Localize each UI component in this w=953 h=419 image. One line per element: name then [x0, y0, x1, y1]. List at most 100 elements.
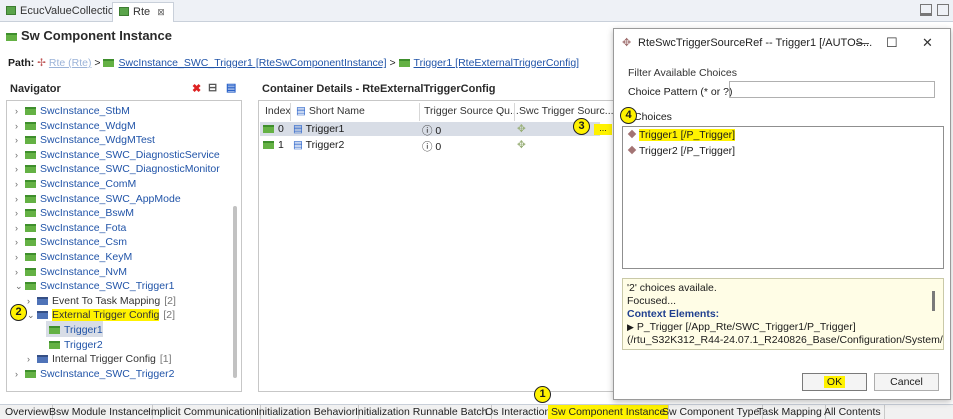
choice-item-trigger2[interactable]: Trigger2 [/P_Trigger]: [627, 145, 735, 159]
chevron-right-icon[interactable]: ›: [15, 121, 25, 131]
tree-item[interactable]: › Event To Task Mapping [2]: [27, 295, 176, 310]
folder-icon: [37, 355, 48, 364]
container-icon: [25, 180, 36, 188]
annotation-badge-4: 4: [620, 107, 637, 124]
minimize-view-icon[interactable]: [920, 4, 932, 16]
ok-button[interactable]: OK: [802, 373, 867, 391]
cell-trigger-source-qu[interactable]: ⓘ 0: [422, 139, 441, 153]
maximize-icon[interactable]: ☐: [886, 35, 898, 51]
choices-list: Trigger1 [/P_Trigger] Trigger2 [/P_Trigg…: [622, 126, 944, 269]
tree-item[interactable]: › SwcInstance_WdgMTest: [15, 134, 155, 149]
cell-trigger-source-qu[interactable]: ⓘ 0: [422, 123, 441, 137]
ecuc-collection-icon: [6, 6, 16, 15]
cell-trigger-source-qu-text: 0: [435, 125, 442, 137]
navigator-scrollbar[interactable]: [233, 206, 237, 378]
short-name-icon: ▤: [293, 123, 306, 135]
folder-icon: [37, 296, 48, 305]
chevron-right-icon[interactable]: ›: [27, 296, 37, 306]
remove-filter-icon[interactable]: ✖: [192, 82, 201, 95]
tab-os-interaction[interactable]: Os Interaction: [482, 405, 555, 419]
tab-initialization-behavior[interactable]: Initialization Behavior: [253, 405, 360, 419]
choice-pattern-input[interactable]: [729, 81, 935, 98]
maximize-view-icon[interactable]: [937, 4, 949, 16]
container-details-header: Container Details - RteExternalTriggerCo…: [262, 83, 496, 95]
tree-item[interactable]: ⌄ External Trigger Config [2]: [27, 309, 175, 324]
editor-tab-ecucvaluecollection[interactable]: EcucValueCollection: [0, 2, 128, 22]
link-editor-icon[interactable]: ▤: [226, 81, 236, 94]
tab-sw-component-type[interactable]: Sw Component Type: [659, 405, 764, 419]
info-scrollbar[interactable]: [932, 291, 935, 311]
tree-item[interactable]: › SwcInstance_SWC_Trigger2: [15, 368, 174, 383]
chevron-right-icon[interactable]: ›: [15, 164, 25, 174]
editor-tab-rte[interactable]: Rte ⊠: [112, 2, 174, 22]
breadcrumb-root-link[interactable]: Rte (Rte): [49, 57, 92, 69]
cell-short-name[interactable]: ▤ Trigger1: [293, 123, 344, 137]
column-header-short-name[interactable]: ▤ Short Name: [296, 105, 365, 121]
cancel-button[interactable]: Cancel: [874, 373, 939, 391]
tree-item[interactable]: › SwcInstance_SWC_DiagnosticMonitor: [15, 163, 220, 178]
chevron-right-icon[interactable]: ›: [15, 150, 25, 160]
chevron-right-icon[interactable]: ›: [15, 267, 25, 277]
tree-item[interactable]: › SwcInstance_StbM: [15, 105, 130, 120]
tab-initialization-runnable-batch[interactable]: Initialization Runnable Batch: [352, 405, 492, 419]
tree-item[interactable]: › SwcInstance_SWC_DiagnosticService: [15, 149, 220, 164]
browse-reference-button[interactable]: ...: [594, 124, 612, 135]
tree-item-label: SwcInstance_SWC_DiagnosticMonitor: [40, 163, 220, 176]
chevron-right-icon[interactable]: ›: [15, 106, 25, 116]
chevron-right-icon[interactable]: ›: [15, 194, 25, 204]
cell-short-name[interactable]: ▤ Trigger2: [293, 139, 344, 153]
chevron-right-icon[interactable]: ›: [15, 223, 25, 233]
chevron-right-icon[interactable]: ›: [15, 208, 25, 218]
chevron-right-icon[interactable]: ›: [15, 237, 25, 247]
tree-item-label: SwcInstance_SWC_AppMode: [40, 192, 181, 205]
tree-item[interactable]: ⌄ SwcInstance_SWC_Trigger1: [15, 280, 174, 295]
tree-item[interactable]: › SwcInstance_BswM: [15, 207, 134, 222]
chevron-right-icon[interactable]: ›: [27, 354, 37, 364]
tree-item[interactable]: › SwcInstance_KeyM: [15, 251, 132, 266]
column-separator: [514, 103, 515, 121]
tab-task-mapping[interactable]: Task Mapping: [754, 405, 826, 419]
column-header-swc-trigger-source[interactable]: Swc Trigger Sourc...: [519, 105, 614, 121]
chevron-right-icon[interactable]: ›: [15, 252, 25, 262]
cell-short-name-text: Trigger1: [305, 123, 345, 135]
info-context-heading: Context Elements:: [627, 308, 720, 320]
tree-item[interactable]: Trigger2: [39, 339, 103, 354]
breadcrumb-swc-link[interactable]: SwcInstance_SWC_Trigger1 [RteSwComponent…: [118, 57, 386, 69]
tree-item[interactable]: › SwcInstance_WdgM: [15, 120, 136, 135]
tree-item-label: SwcInstance_Csm: [40, 236, 127, 249]
close-tab-icon[interactable]: ⊠: [157, 7, 165, 17]
column-header-index[interactable]: Index: [265, 105, 291, 121]
cell-trigger-source-qu-text: 0: [435, 141, 442, 153]
cell-swc-trigger-source[interactable]: ✥: [517, 123, 526, 137]
cell-index[interactable]: 0: [263, 123, 284, 137]
tree-item[interactable]: Trigger1: [39, 324, 103, 339]
chevron-right-icon[interactable]: ›: [15, 179, 25, 189]
cell-index-text: 1: [278, 139, 284, 151]
cell-swc-trigger-source[interactable]: ✥: [517, 139, 526, 153]
close-icon[interactable]: ✕: [922, 35, 933, 51]
column-header-trigger-source-qu[interactable]: Trigger Source Qu...: [424, 105, 519, 121]
minimize-icon[interactable]: —: [856, 35, 869, 50]
choice-item-trigger1[interactable]: Trigger1 [/P_Trigger]: [627, 129, 736, 143]
tree-item[interactable]: › SwcInstance_Csm: [15, 236, 127, 251]
tree-item[interactable]: › SwcInstance_ComM: [15, 178, 136, 193]
breadcrumb-trigger-link[interactable]: Trigger1 [RteExternalTriggerConfig]: [414, 57, 580, 69]
chevron-down-icon[interactable]: ⌄: [27, 310, 37, 321]
container-icon: [49, 326, 60, 334]
tree-item[interactable]: › SwcInstance_NvM: [15, 266, 127, 281]
column-separator: [290, 103, 291, 121]
chevron-right-icon[interactable]: ›: [15, 369, 25, 379]
tab-implicit-communication[interactable]: Implicit Communication: [145, 405, 261, 419]
cell-index[interactable]: 1: [263, 139, 284, 153]
chevron-down-icon[interactable]: ⌄: [15, 281, 25, 292]
collapse-all-icon[interactable]: ⊟: [208, 81, 217, 94]
tree-item[interactable]: › SwcInstance_SWC_AppMode: [15, 193, 181, 208]
tab-all-contents[interactable]: All Contents: [821, 405, 885, 419]
info-context-path: (/rtu_S32K312_R44-24.07.1_R240826_Base/C…: [627, 334, 944, 346]
tab-sw-component-instance[interactable]: Sw Component Instance: [548, 405, 670, 419]
chevron-right-icon[interactable]: ›: [15, 135, 25, 145]
tree-item[interactable]: › SwcInstance_Fota: [15, 222, 126, 237]
tree-item[interactable]: › Internal Trigger Config [1]: [27, 353, 172, 368]
tab-bsw-module-instance[interactable]: Bsw Module Instance: [46, 405, 153, 419]
annotation-badge-1: 1: [534, 386, 551, 403]
